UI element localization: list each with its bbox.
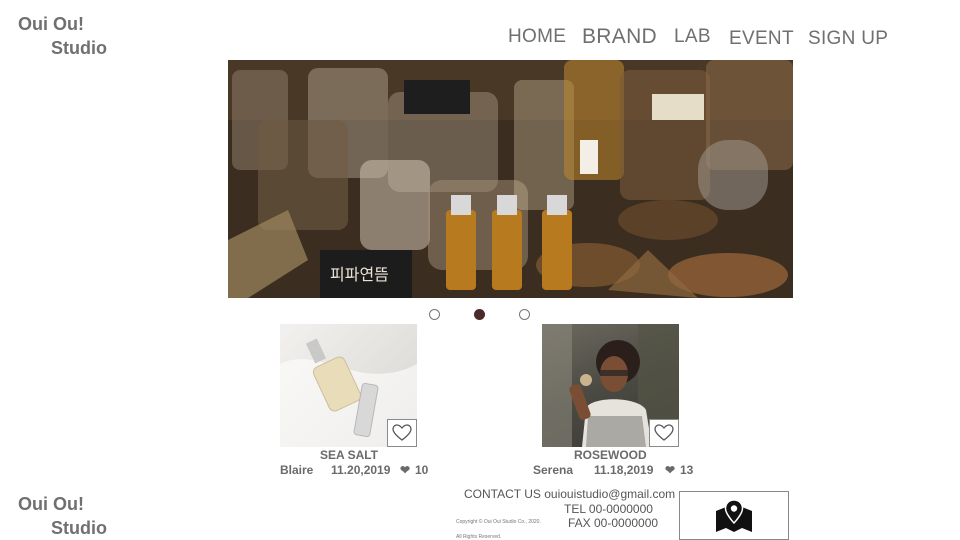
- logo[interactable]: Oui Ou! Studio: [18, 12, 107, 60]
- card-author: Blaire: [280, 463, 314, 477]
- nav-home[interactable]: HOME: [508, 26, 566, 48]
- card-likes: 13: [680, 463, 694, 477]
- contact-email: CONTACT US ouiouistudio@gmail.com: [464, 487, 676, 501]
- card-author: Serena: [533, 463, 574, 477]
- map-pin-icon: [716, 498, 752, 532]
- contact-fax: FAX 00-0000000: [568, 516, 659, 530]
- nav-event[interactable]: EVENT: [729, 28, 794, 50]
- logo-line-2: Studio: [51, 518, 107, 538]
- nav-brand[interactable]: BRAND: [582, 25, 657, 49]
- card-title: ROSEWOOD: [574, 448, 647, 462]
- carousel-dot-1[interactable]: [429, 309, 440, 320]
- contact-tel: TEL 00-0000000: [564, 502, 653, 516]
- card-likes: 10: [415, 463, 429, 477]
- nav-lab[interactable]: LAB: [674, 26, 711, 48]
- carousel-dot-2[interactable]: [474, 309, 485, 320]
- logo-line-1: Oui Ou!: [18, 494, 84, 514]
- copyright-text: Copyright © Oui Oui Studio Co., 2020.: [456, 519, 541, 525]
- like-button[interactable]: [649, 419, 679, 447]
- logo-line-2: Studio: [51, 38, 107, 58]
- hero-banner-image[interactable]: 피파연뜸: [228, 60, 793, 298]
- heart-icon: [654, 424, 674, 441]
- hero-label-text: 피파연뜸: [330, 265, 389, 284]
- nav-sign-up[interactable]: SIGN UP: [808, 28, 888, 50]
- heart-icon: ❤: [400, 463, 411, 477]
- like-button[interactable]: [387, 419, 417, 447]
- map-button[interactable]: [679, 491, 789, 540]
- carousel-dot-3[interactable]: [519, 309, 530, 320]
- footer-logo[interactable]: Oui Ou! Studio: [18, 492, 107, 540]
- carousel-indicators: [429, 309, 539, 321]
- product-card-sea-salt[interactable]: [280, 324, 417, 447]
- rights-text: All Rights Reserved.: [456, 534, 502, 540]
- card-date: 11.18,2019: [594, 463, 654, 477]
- product-card-rosewood[interactable]: [542, 324, 679, 447]
- heart-icon: ❤: [665, 463, 676, 477]
- logo-line-1: Oui Ou!: [18, 14, 84, 34]
- perfume-bottles-photo: 피파연뜸: [228, 60, 793, 298]
- heart-icon: [392, 424, 412, 441]
- card-title: SEA SALT: [320, 448, 379, 462]
- card-date: 11.20,2019: [331, 463, 391, 477]
